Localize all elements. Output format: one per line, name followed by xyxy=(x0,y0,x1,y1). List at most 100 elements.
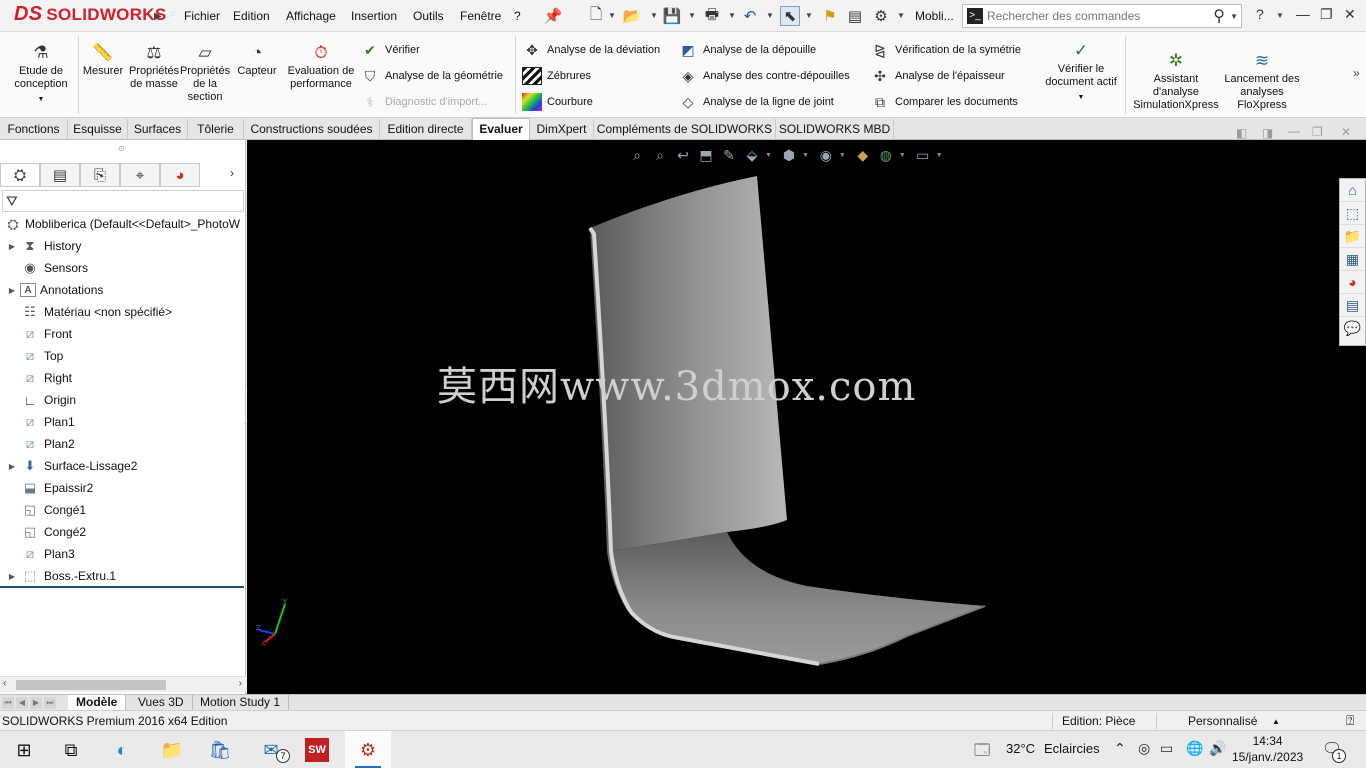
options-gear-icon[interactable]: ⚙ xyxy=(871,6,891,26)
units-caret-icon[interactable]: ▲ xyxy=(1272,717,1280,726)
restore-icon[interactable]: ❐ xyxy=(1320,6,1333,23)
viewport-close-icon[interactable]: ✕ xyxy=(1341,125,1351,139)
display-manager-tab-icon[interactable]: ◕ xyxy=(160,163,200,187)
forum-icon[interactable]: 💬 xyxy=(1340,317,1365,340)
check-document-caret-icon[interactable]: ▼ xyxy=(1078,91,1085,104)
chair-seat[interactable] xyxy=(607,532,985,664)
floxpress-button[interactable]: ≋ Lancement des analyses FloXpress xyxy=(1224,48,1300,112)
check-active-document-button[interactable]: ✓ Vérifier le document actif ▼ xyxy=(1040,38,1122,104)
tree-filter-box[interactable]: ⛛ xyxy=(2,190,244,212)
tree-item-origin[interactable]: ∟ Origin xyxy=(4,389,76,411)
design-study-button[interactable]: ⚗ Etude de conception ▼ xyxy=(8,40,74,106)
parting-line-analysis-button[interactable]: ◇ Analyse de la ligne de joint xyxy=(678,92,834,112)
design-study-caret-icon[interactable]: ▼ xyxy=(38,93,45,106)
section-properties-button[interactable]: ▱ Propriétés de la section xyxy=(180,40,230,104)
tab-vues-3d[interactable]: Vues 3D xyxy=(130,695,193,711)
mass-properties-button[interactable]: ⚖ Propriétés de masse xyxy=(129,40,179,91)
volume-icon[interactable]: 🔊 xyxy=(1209,740,1226,757)
deviation-analysis-button[interactable]: ✥ Analyse de la déviation xyxy=(522,40,660,60)
configuration-manager-tab-icon[interactable]: ⎘ xyxy=(80,163,120,187)
tree-item-surface-lissage2[interactable]: ▶ ⬇ Surface-Lissage2 xyxy=(4,455,137,477)
tree-root-part[interactable]: ⛭ Mobliberica (Default<<Default>_PhotoW xyxy=(4,214,244,234)
scroll-thumb[interactable] xyxy=(16,680,166,690)
property-manager-tab-icon[interactable]: ▤ xyxy=(40,163,80,187)
file-properties-icon[interactable]: ▤ xyxy=(845,6,865,26)
tree-item-right[interactable]: ⧄ Right xyxy=(4,367,72,389)
zebra-stripes-button[interactable]: Zébrures xyxy=(522,66,591,86)
close-icon[interactable]: ✕ xyxy=(1344,6,1356,23)
task-view-icon[interactable]: ⧉ xyxy=(56,735,86,765)
scroll-left-icon[interactable]: ‹ xyxy=(3,678,6,689)
tree-item-top[interactable]: ⧄ Top xyxy=(4,345,64,367)
units-custom-status[interactable]: Personnalisé xyxy=(1188,714,1257,728)
menu-fichier[interactable]: Fichier xyxy=(184,9,220,23)
sensor-button[interactable]: ◔ Capteur xyxy=(232,40,282,78)
solidworks-2016-icon[interactable]: SW xyxy=(305,738,329,762)
print-caret-icon[interactable]: ▼ xyxy=(728,11,736,20)
expand-arrow-icon[interactable]: ▶ xyxy=(4,572,20,581)
draft-analysis-button[interactable]: ◩ Analyse de la dépouille xyxy=(678,40,816,60)
tab-dimxpert[interactable]: DimXpert xyxy=(530,119,594,139)
menu-affichage[interactable]: Affichage xyxy=(286,9,336,23)
tree-item-history[interactable]: ▶ ⧗ History xyxy=(4,235,81,257)
undo-caret-icon[interactable]: ▼ xyxy=(766,11,774,20)
tab-modele[interactable]: Modèle xyxy=(68,695,127,711)
last-tab-icon[interactable]: ⏭ xyxy=(44,697,56,709)
tab-constructions-soudees[interactable]: Constructions soudées xyxy=(244,119,380,139)
save-icon[interactable]: 💾 xyxy=(662,6,682,26)
command-search-input[interactable] xyxy=(987,7,1207,25)
tab-esquisse[interactable]: Esquisse xyxy=(68,119,128,139)
temperature[interactable]: 32°C xyxy=(1006,741,1035,756)
tree-item-sensors[interactable]: ◉ Sensors xyxy=(4,257,88,279)
tab-tolerie[interactable]: Tôlerie xyxy=(188,119,244,139)
file-explorer-taskbar-icon[interactable]: 📁 xyxy=(157,735,187,765)
curvature-button[interactable]: Courbure xyxy=(522,92,593,112)
feature-manager-tab-icon[interactable]: ⛭ xyxy=(0,163,40,187)
tab-fonctions[interactable]: Fonctions xyxy=(0,119,68,139)
tree-item-annotations[interactable]: ▶ A Annotations xyxy=(4,279,103,301)
chair-model[interactable] xyxy=(247,140,1366,694)
rebuild-icon[interactable]: ⚑ xyxy=(820,6,840,26)
viewport-minimize-icon[interactable]: — xyxy=(1288,124,1300,138)
next-tab-icon[interactable]: ▶ xyxy=(30,697,42,709)
graphics-area[interactable]: ⌕ ⌕ ↩ ⬒ ✎ ⬙ ▼ ⬢ ▼ ◉ ▼ ◆ ◍ ▼ ▭ ▼ 莫西网www.3… xyxy=(247,140,1366,694)
open-icon[interactable]: 📂 xyxy=(622,6,642,26)
simulationxpress-button[interactable]: ✲ Assistant d'analyse SimulationXpress xyxy=(1130,48,1222,112)
ribbon-more-icon[interactable]: » xyxy=(1353,66,1360,80)
design-library-icon[interactable]: ⬚ xyxy=(1340,202,1365,225)
menu-edition[interactable]: Edition xyxy=(233,9,270,23)
panel-tabs-more-icon[interactable]: › xyxy=(230,166,234,180)
pin-icon[interactable]: 📌 xyxy=(543,6,563,26)
new-document-icon[interactable]: 🗋 xyxy=(586,6,606,26)
help-button[interactable]: ? xyxy=(1256,6,1264,22)
thickness-analysis-button[interactable]: ✣ Analyse de l'épaisseur xyxy=(870,66,1005,86)
expand-arrow-icon[interactable]: ▶ xyxy=(4,462,20,471)
tree-item-front[interactable]: ⧄ Front xyxy=(4,323,72,345)
undo-icon[interactable]: ↶ xyxy=(740,6,760,26)
command-search-box[interactable]: >_ ⚲ ▼ xyxy=(962,4,1242,28)
menu-insertion[interactable]: Insertion xyxy=(351,9,397,23)
tree-item-epaissir2[interactable]: ⬓ Epaissir2 xyxy=(4,477,94,499)
tab-complements-solidworks[interactable]: Compléments de SOLIDWORKS xyxy=(594,119,776,139)
scroll-right-icon[interactable]: › xyxy=(239,678,242,689)
weather-condition[interactable]: Eclaircies xyxy=(1044,741,1100,756)
import-diagnostics-button[interactable]: ⚕ Diagnostic d'import... xyxy=(360,92,487,112)
tree-item-plan2[interactable]: ⧄ Plan2 xyxy=(4,433,75,455)
solidworks-logo[interactable]: DS SOLIDWORKS ▶ xyxy=(14,3,167,26)
menu-outils[interactable]: Outils xyxy=(413,9,444,23)
menu-help[interactable]: ? xyxy=(514,9,521,23)
edge-browser-icon[interactable]: ◐ xyxy=(107,735,137,765)
new-caret-icon[interactable]: ▼ xyxy=(608,11,616,20)
geometry-analysis-button[interactable]: ⛉ Analyse de la géométrie xyxy=(360,66,503,86)
file-explorer-icon[interactable]: 📁 xyxy=(1340,225,1365,248)
rollback-bar[interactable] xyxy=(0,586,244,588)
battery-icon[interactable]: ▭ xyxy=(1160,740,1173,757)
performance-evaluation-button[interactable]: ⏱ Evaluation de performance xyxy=(286,40,356,91)
undercut-analysis-button[interactable]: ◈ Analyse des contre-dépouilles xyxy=(678,66,850,86)
tab-edition-directe[interactable]: Edition directe xyxy=(380,119,472,139)
meet-now-icon[interactable]: ◎ xyxy=(1138,740,1150,757)
weather-icon[interactable]: 🗔 xyxy=(974,740,990,765)
search-caret-icon[interactable]: ▼ xyxy=(1230,12,1238,21)
select-arrow-icon[interactable]: ⬉ xyxy=(780,6,800,26)
tree-item-boss-extru1[interactable]: ▶ ⬚ Boss.-Extru.1 xyxy=(4,565,116,587)
